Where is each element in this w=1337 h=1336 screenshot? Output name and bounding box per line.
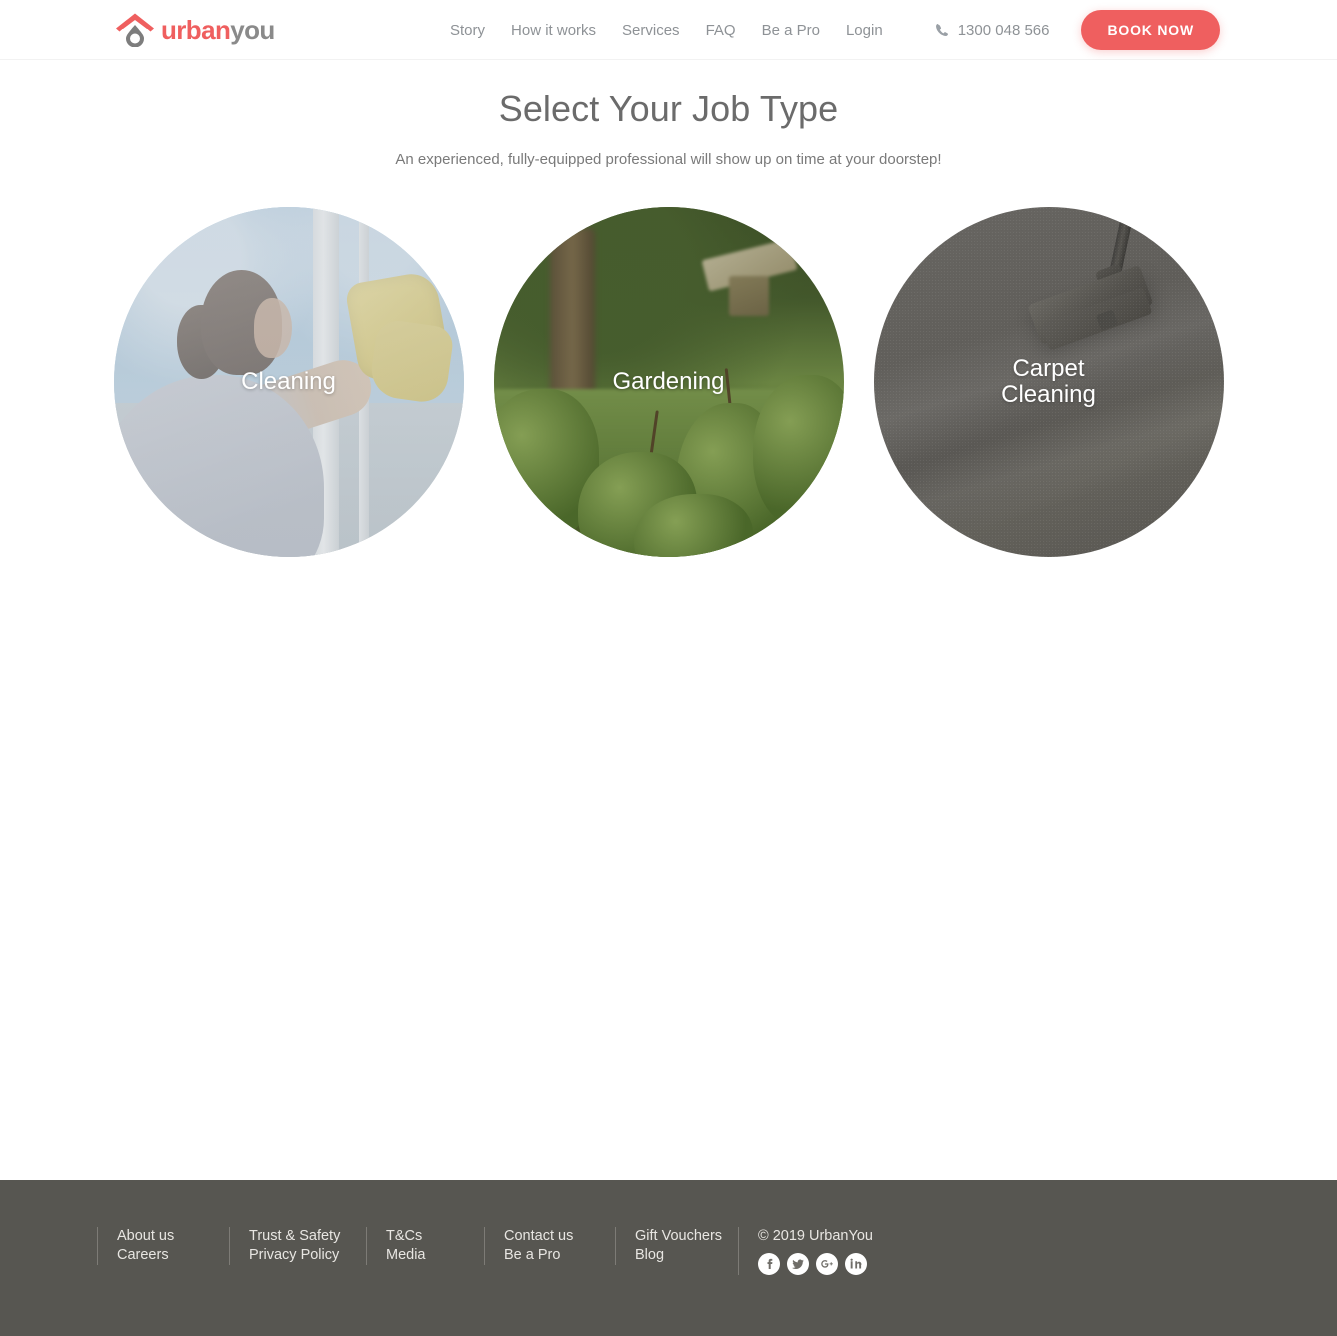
footer-column-copyright: © 2019 UrbanYou bbox=[738, 1227, 873, 1275]
nav-item-login[interactable]: Login bbox=[846, 22, 883, 39]
job-type-card-cleaning[interactable]: Cleaning bbox=[113, 207, 464, 557]
linkedin-icon[interactable] bbox=[845, 1253, 867, 1275]
phone-icon bbox=[935, 23, 949, 37]
copyright-text: © 2019 UrbanYou bbox=[758, 1228, 873, 1244]
site-header: urbanyou Story How it works Services FAQ… bbox=[0, 0, 1337, 60]
footer-link-contact-us[interactable]: Contact us bbox=[504, 1227, 615, 1246]
footer-column-company: About us Careers bbox=[97, 1227, 229, 1265]
logo-word-urban: urban bbox=[161, 15, 231, 45]
phone-contact[interactable]: 1300 048 566 bbox=[935, 21, 1050, 39]
footer-link-blog[interactable]: Blog bbox=[635, 1246, 738, 1265]
footer-link-about-us[interactable]: About us bbox=[117, 1227, 229, 1246]
nav-item-how-it-works[interactable]: How it works bbox=[511, 22, 596, 39]
footer-link-be-a-pro[interactable]: Be a Pro bbox=[504, 1246, 615, 1265]
footer-link-media[interactable]: Media bbox=[386, 1246, 484, 1265]
footer-columns: About us Careers Trust & Safety Privacy … bbox=[0, 1180, 1337, 1275]
footer-link-trust-and-safety[interactable]: Trust & Safety bbox=[249, 1227, 366, 1246]
nav-item-story[interactable]: Story bbox=[450, 22, 485, 39]
footer-link-gift-vouchers[interactable]: Gift Vouchers bbox=[635, 1227, 738, 1246]
book-now-button[interactable]: BOOK NOW bbox=[1081, 10, 1220, 50]
logo-wordmark: urbanyou bbox=[161, 15, 275, 45]
primary-navigation: Story How it works Services FAQ Be a Pro… bbox=[450, 0, 883, 60]
header-actions: 1300 048 566 BOOK NOW bbox=[935, 0, 1220, 60]
footer-link-tcs[interactable]: T&Cs bbox=[386, 1227, 484, 1246]
nav-item-be-a-pro[interactable]: Be a Pro bbox=[762, 22, 820, 39]
social-links bbox=[758, 1253, 873, 1275]
nav-item-faq[interactable]: FAQ bbox=[706, 22, 736, 39]
main-content: Select Your Job Type An experienced, ful… bbox=[0, 60, 1337, 1180]
twitter-icon[interactable] bbox=[787, 1253, 809, 1275]
footer-column-trust: Trust & Safety Privacy Policy bbox=[229, 1227, 366, 1265]
footer-link-privacy-policy[interactable]: Privacy Policy bbox=[249, 1246, 366, 1265]
site-footer: About us Careers Trust & Safety Privacy … bbox=[0, 1180, 1337, 1336]
job-type-selector: Cleaning Gardening Carpet Cleaning bbox=[0, 207, 1337, 557]
footer-column-extras: Gift Vouchers Blog bbox=[615, 1227, 738, 1265]
facebook-icon[interactable] bbox=[758, 1253, 780, 1275]
phone-number: 1300 048 566 bbox=[957, 21, 1050, 39]
footer-column-legal: T&Cs Media bbox=[366, 1227, 484, 1265]
site-logo[interactable]: urbanyou bbox=[114, 12, 275, 48]
logo-word-you: you bbox=[230, 15, 275, 45]
page-title: Select Your Job Type bbox=[498, 88, 839, 129]
job-type-label-cleaning: Cleaning bbox=[241, 368, 336, 395]
nav-item-services[interactable]: Services bbox=[622, 22, 680, 39]
job-type-label-gardening: Gardening bbox=[612, 368, 725, 395]
job-type-label-carpet-cleaning: Carpet Cleaning bbox=[1001, 355, 1096, 408]
job-type-card-carpet-cleaning[interactable]: Carpet Cleaning bbox=[873, 207, 1224, 557]
job-type-card-gardening[interactable]: Gardening bbox=[493, 207, 844, 557]
page-subtitle: An experienced, fully-equipped professio… bbox=[395, 151, 942, 168]
urbanyou-house-logo-icon bbox=[114, 13, 156, 48]
footer-column-contact: Contact us Be a Pro bbox=[484, 1227, 615, 1265]
footer-link-careers[interactable]: Careers bbox=[117, 1246, 229, 1265]
google-plus-icon[interactable] bbox=[816, 1253, 838, 1275]
